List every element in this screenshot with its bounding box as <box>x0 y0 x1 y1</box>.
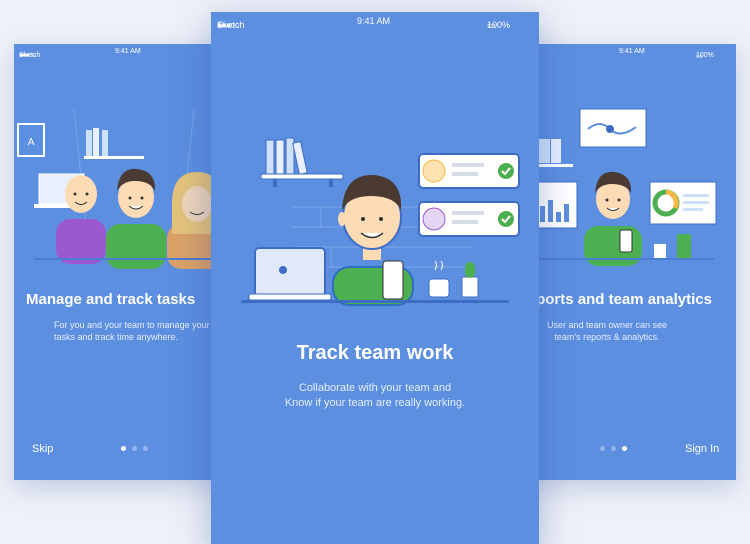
page-indicator <box>600 446 627 451</box>
onboarding-screen-2: ●●●○○ Sketch ◠ 9:41 AM 100% ▭ Track team… <box>211 12 539 544</box>
user-card-1 <box>418 153 520 189</box>
onboarding-screen-3: 9:41 AM 100% ▭ Reports and team analytic… <box>514 44 736 480</box>
bookshelf <box>260 137 344 187</box>
team-illustration: A <box>17 108 236 269</box>
screen-subtitle: User and team owner can see team's repor… <box>547 320 668 342</box>
page-dot-3[interactable] <box>622 446 627 451</box>
analytics-illustration <box>514 108 717 266</box>
screen-title: Reports and team analytics <box>516 291 712 308</box>
page-dot-2[interactable] <box>132 446 137 451</box>
screen-subtitle: For you and your team to manage your tas… <box>54 320 210 342</box>
page-dot-3[interactable] <box>143 446 148 451</box>
page-indicator <box>121 446 148 451</box>
person-analyst <box>584 171 642 266</box>
skip-button[interactable]: Skip <box>32 443 53 455</box>
person-green <box>106 168 166 269</box>
screen-subtitle: Collaborate with your team and Know if y… <box>284 382 466 409</box>
screen-title: Manage and track tasks <box>26 291 196 308</box>
coffee-cup <box>428 260 450 298</box>
page-dot-1[interactable] <box>121 446 126 451</box>
laptop <box>248 247 332 301</box>
user-card-2 <box>418 201 520 237</box>
team-work-illustration <box>241 137 520 306</box>
page-dot-1[interactable] <box>600 446 605 451</box>
page-dot-2[interactable] <box>611 446 616 451</box>
sign-in-button[interactable]: Sign In <box>685 443 719 455</box>
onboarding-screen-1: ●●●○○ Sketch ◠ 9:41 AM A Manage and trac… <box>14 44 236 480</box>
svg-text:A: A <box>28 137 35 148</box>
person-main <box>332 174 414 306</box>
screen-title: Track team work <box>296 342 454 364</box>
